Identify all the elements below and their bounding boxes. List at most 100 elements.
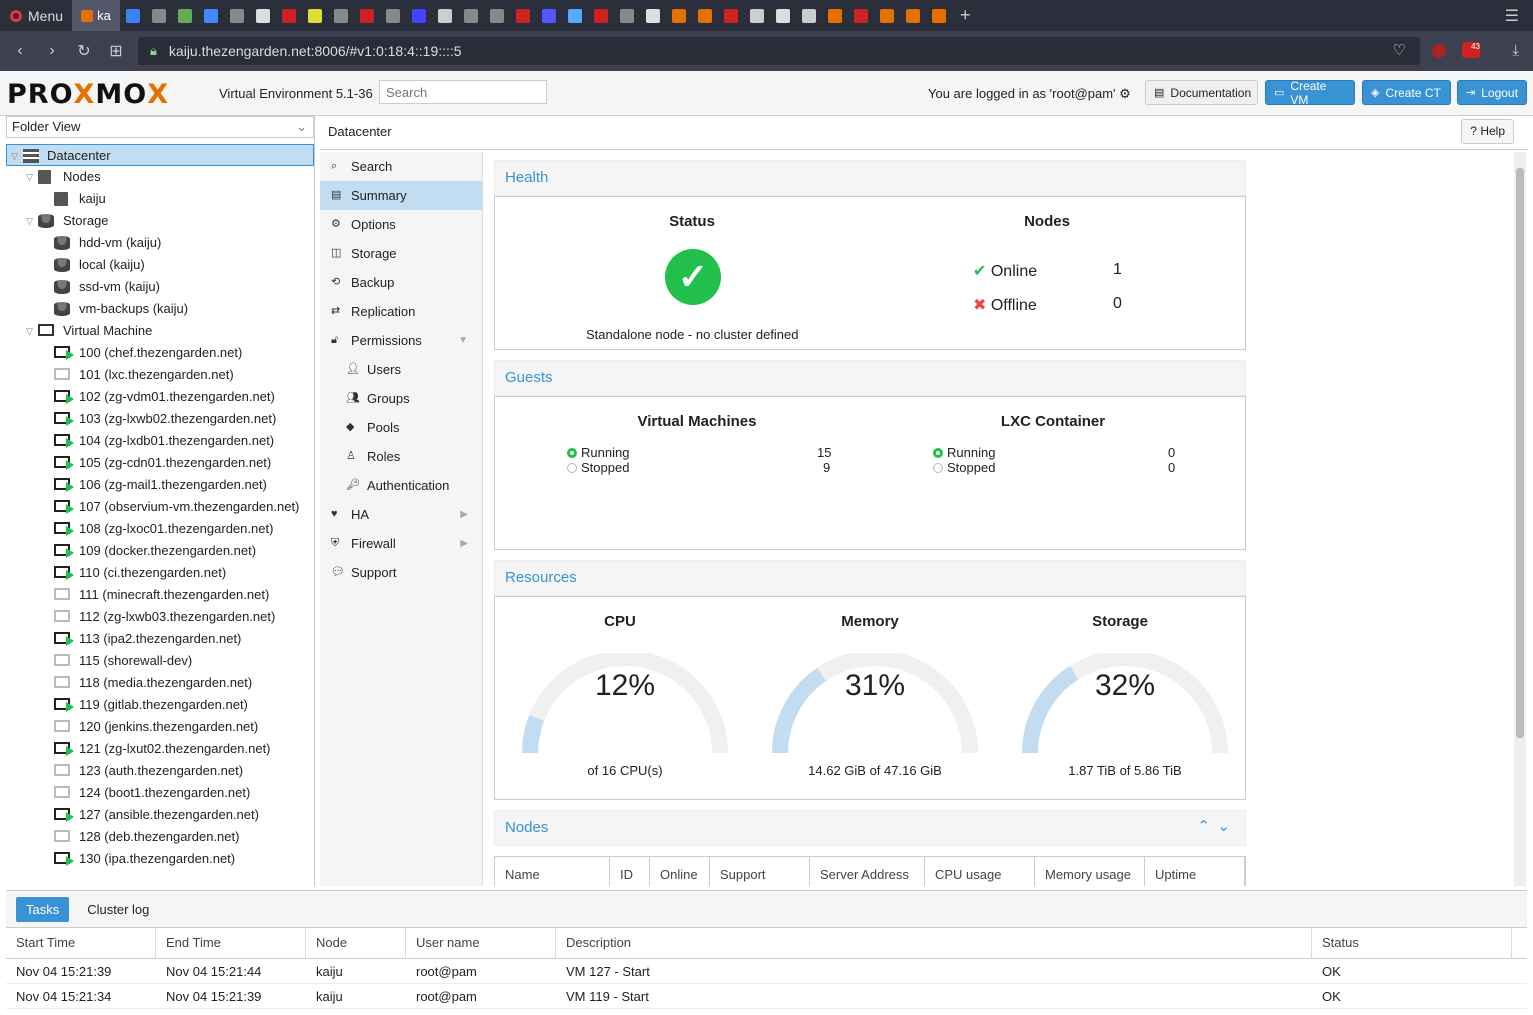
browser-tab-active[interactable]: ka	[72, 0, 120, 31]
documentation-button[interactable]: ▤ Documentation	[1145, 80, 1258, 105]
browser-tab[interactable]	[796, 0, 822, 31]
nodes-column-header[interactable]: Online	[650, 857, 710, 886]
collapse-toggle-icon[interactable]: ▽	[26, 210, 33, 232]
browser-tab[interactable]	[536, 0, 562, 31]
browser-tab[interactable]	[432, 0, 458, 31]
tree-item-datacenter[interactable]: ▽ Datacenter	[6, 144, 314, 166]
tree-item-vm[interactable]: 118 (media.thezengarden.net)	[6, 672, 314, 694]
tree-item-vm-folder[interactable]: ▽ Virtual Machine	[6, 320, 314, 342]
reload-icon[interactable]: ↻	[68, 41, 100, 61]
tree-item-vm[interactable]: 113 (ipa2.thezengarden.net)	[6, 628, 314, 650]
content-scrollbar[interactable]	[1514, 152, 1526, 886]
menu-item-pools[interactable]: ◆ Pools	[320, 413, 482, 442]
browser-tab[interactable]	[276, 0, 302, 31]
tree-item-vm[interactable]: 102 (zg-vdm01.thezengarden.net)	[6, 386, 314, 408]
browser-tab[interactable]	[146, 0, 172, 31]
menu-item-search[interactable]: ⌕ Search	[320, 152, 482, 181]
browser-tab[interactable]	[666, 0, 692, 31]
browser-tab[interactable]	[744, 0, 770, 31]
tree-item-vm[interactable]: 127 (ansible.thezengarden.net)	[6, 804, 314, 826]
browser-tab[interactable]	[562, 0, 588, 31]
browser-tab[interactable]	[614, 0, 640, 31]
menu-item-permissions[interactable]: 🔓︎ Permissions ▼	[320, 326, 482, 355]
browser-tab[interactable]	[640, 0, 666, 31]
collapse-toggle-icon[interactable]: ▽	[11, 145, 18, 167]
tasks-column-header[interactable]: Start Time	[6, 928, 156, 958]
menu-item-support[interactable]: 💬︎ Support	[320, 558, 482, 587]
nodes-column-header[interactable]: Memory usage	[1035, 857, 1145, 886]
nodes-column-header[interactable]: CPU usage	[925, 857, 1035, 886]
tasks-column-header[interactable]: Status	[1312, 928, 1512, 958]
tree-item-vm[interactable]: 121 (zg-lxut02.thezengarden.net)	[6, 738, 314, 760]
scrollbar-thumb[interactable]	[1516, 168, 1524, 738]
view-selector[interactable]: Folder View ⌄	[6, 116, 314, 138]
collapse-up-icon[interactable]: ⌃	[1197, 810, 1210, 844]
nodes-column-header[interactable]: Name	[495, 857, 610, 886]
browser-tab[interactable]	[848, 0, 874, 31]
tree-item-storage[interactable]: local (kaiju)	[6, 254, 314, 276]
help-button[interactable]: ? Help	[1461, 119, 1514, 144]
menu-item-summary[interactable]: ▤ Summary	[320, 181, 482, 210]
tree-item-vm[interactable]: 124 (boot1.thezengarden.net)	[6, 782, 314, 804]
nodes-column-header[interactable]: Uptime	[1145, 857, 1245, 886]
browser-tab[interactable]	[458, 0, 484, 31]
table-row[interactable]: Nov 04 15:21:34 Nov 04 15:21:39 kaiju root@…	[6, 984, 1527, 1009]
tree-item-vm[interactable]: 119 (gitlab.thezengarden.net)	[6, 694, 314, 716]
browser-tab[interactable]	[926, 0, 952, 31]
url-field[interactable]: 🔒︎ kaiju.thezengarden.net:8006/#v1:0:18:…	[138, 37, 1420, 65]
menu-item-storage[interactable]: ◫ Storage	[320, 239, 482, 268]
bookmark-heart-icon[interactable]: ♡	[1393, 41, 1406, 59]
tasks-column-header[interactable]: End Time	[156, 928, 306, 958]
menu-item-replication[interactable]: ⇄ Replication	[320, 297, 482, 326]
tree-item-vm[interactable]: 110 (ci.thezengarden.net)	[6, 562, 314, 584]
tasks-column-header[interactable]: Description	[556, 928, 1312, 958]
browser-tab[interactable]	[510, 0, 536, 31]
gear-icon[interactable]: ⚙	[1119, 86, 1131, 101]
extension-badge-icon[interactable]: 43	[1462, 42, 1480, 58]
tree-item-vm[interactable]: 128 (deb.thezengarden.net)	[6, 826, 314, 848]
browser-tab[interactable]	[822, 0, 848, 31]
menu-item-users[interactable]: 👤︎ Users	[320, 355, 482, 384]
tasks-column-header[interactable]: User name	[406, 928, 556, 958]
menu-item-backup[interactable]: ⟲ Backup	[320, 268, 482, 297]
collapse-toggle-icon[interactable]: ▽	[26, 166, 33, 188]
browser-tab[interactable]	[770, 0, 796, 31]
tree-item-vm[interactable]: 123 (auth.thezengarden.net)	[6, 760, 314, 782]
browser-tab[interactable]	[484, 0, 510, 31]
create-ct-button[interactable]: ◈ Create CT	[1362, 80, 1451, 105]
browser-tab[interactable]	[302, 0, 328, 31]
expand-down-icon[interactable]: ⌄	[1217, 810, 1230, 844]
browser-tab[interactable]	[874, 0, 900, 31]
tree-item-vm[interactable]: 101 (lxc.thezengarden.net)	[6, 364, 314, 386]
tasks-column-header[interactable]: Node	[306, 928, 406, 958]
browser-menu-button[interactable]: Menu	[0, 0, 72, 31]
tree-item-vm[interactable]: 130 (ipa.thezengarden.net)	[6, 848, 314, 870]
new-tab-button[interactable]: +	[960, 5, 971, 26]
browser-tab[interactable]	[250, 0, 276, 31]
menu-item-groups[interactable]: 👥︎ Groups	[320, 384, 482, 413]
browser-tab[interactable]	[354, 0, 380, 31]
browser-tab[interactable]	[172, 0, 198, 31]
tree-item-vm[interactable]: 109 (docker.thezengarden.net)	[6, 540, 314, 562]
browser-tab[interactable]	[380, 0, 406, 31]
nodes-column-header[interactable]: ID	[610, 857, 650, 886]
tree-item-vm[interactable]: 105 (zg-cdn01.thezengarden.net)	[6, 452, 314, 474]
browser-tab[interactable]	[120, 0, 146, 31]
tree-item-vm[interactable]: 115 (shorewall-dev)	[6, 650, 314, 672]
browser-tab[interactable]	[406, 0, 432, 31]
tree-item-vm[interactable]: 112 (zg-lxwb03.thezengarden.net)	[6, 606, 314, 628]
browser-tab[interactable]	[900, 0, 926, 31]
browser-tab[interactable]	[692, 0, 718, 31]
logout-button[interactable]: ⇥ Logout	[1457, 80, 1527, 105]
back-icon[interactable]: ‹	[4, 42, 36, 60]
menu-item-ha[interactable]: ♥ HA ▶	[320, 500, 482, 529]
tree-item-storage[interactable]: hdd-vm (kaiju)	[6, 232, 314, 254]
nodes-column-header[interactable]: Server Address	[810, 857, 925, 886]
browser-tab[interactable]	[588, 0, 614, 31]
collapse-toggle-icon[interactable]: ▽	[26, 320, 33, 342]
tab-cluster-log[interactable]: Cluster log	[77, 897, 159, 922]
forward-icon[interactable]: ›	[36, 42, 68, 60]
menu-item-authentication[interactable]: 🔑︎ Authentication	[320, 471, 482, 500]
tree-item-vm[interactable]: 103 (zg-lxwb02.thezengarden.net)	[6, 408, 314, 430]
menu-item-firewall[interactable]: ⛨ Firewall ▶	[320, 529, 482, 558]
